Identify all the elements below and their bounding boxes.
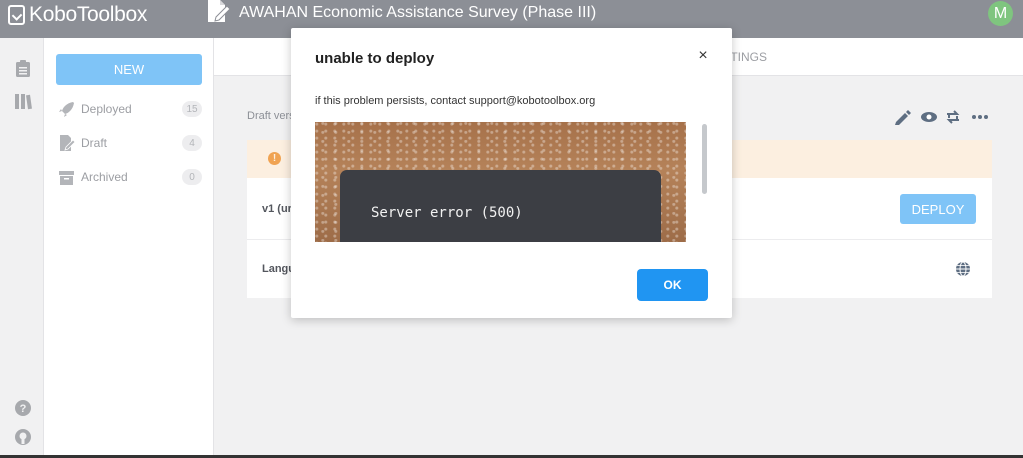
modal-title: unable to deploy xyxy=(315,50,435,67)
modal-overlay: unable to deploy × if this problem persi… xyxy=(0,0,1023,458)
error-modal: unable to deploy × if this problem persi… xyxy=(291,28,732,318)
ok-button[interactable]: OK xyxy=(637,269,708,301)
close-icon[interactable]: × xyxy=(693,46,713,66)
modal-scrollbar[interactable] xyxy=(700,122,708,242)
error-screenshot-image: Server error (500) xyxy=(315,122,686,242)
scroll-thumb[interactable] xyxy=(702,124,707,194)
server-error-text: Server error (500) xyxy=(371,205,523,221)
server-error-box: Server error (500) xyxy=(340,170,661,242)
modal-message: if this problem persists, contact suppor… xyxy=(315,95,596,107)
